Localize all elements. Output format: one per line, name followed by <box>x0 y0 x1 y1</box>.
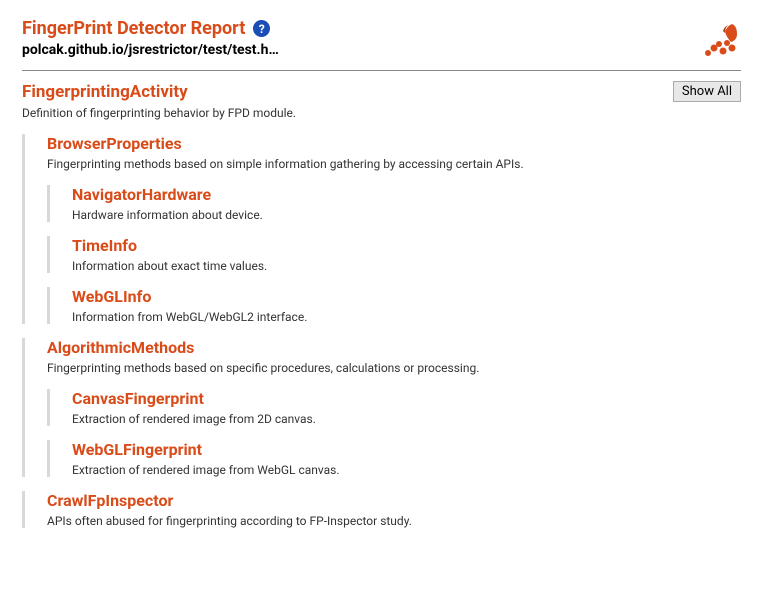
group-title[interactable]: BrowserProperties <box>47 134 741 153</box>
subgroup-description: Information from WebGL/WebGL2 interface. <box>72 310 741 324</box>
subgroup-description: Hardware information about device. <box>72 208 741 222</box>
section-header: FingerprintingActivity Show All <box>22 81 741 102</box>
subgroup-canvas-fingerprint: CanvasFingerprint Extraction of rendered… <box>47 389 741 426</box>
subgroup-navigator-hardware: NavigatorHardware Hardware information a… <box>47 185 741 222</box>
subgroup-time-info: TimeInfo Information about exact time va… <box>47 236 741 273</box>
subgroup-title[interactable]: CanvasFingerprint <box>72 389 741 408</box>
group-algorithmic-methods: AlgorithmicMethods Fingerprinting method… <box>22 338 741 477</box>
subgroup-webgl-fingerprint: WebGLFingerprint Extraction of rendered … <box>47 440 741 477</box>
help-icon[interactable]: ? <box>253 20 270 37</box>
subgroup-description: Extraction of rendered image from 2D can… <box>72 412 741 426</box>
group-description: Fingerprinting methods based on simple i… <box>47 157 741 171</box>
subgroup-title[interactable]: NavigatorHardware <box>72 185 741 204</box>
show-all-button[interactable]: Show All <box>673 81 741 102</box>
subgroup-title[interactable]: WebGLInfo <box>72 287 741 306</box>
report-url: polcak.github.io/jsrestrictor/test/test.… <box>22 42 322 58</box>
group-description: Fingerprinting methods based on specific… <box>47 361 741 375</box>
subgroup-webgl-info: WebGLInfo Information from WebGL/WebGL2 … <box>47 287 741 324</box>
section-title: FingerprintingActivity <box>22 82 188 102</box>
subgroup-title[interactable]: WebGLFingerprint <box>72 440 741 459</box>
subgroup-description: Extraction of rendered image from WebGL … <box>72 463 741 477</box>
group-title[interactable]: AlgorithmicMethods <box>47 338 741 357</box>
report-title: FingerPrint Detector Report ? <box>22 18 270 39</box>
group-browser-properties: BrowserProperties Fingerprinting methods… <box>22 134 741 324</box>
app-logo-icon <box>697 18 741 62</box>
report-header: FingerPrint Detector Report ? polcak.git… <box>22 18 741 71</box>
report-title-text: FingerPrint Detector Report <box>22 18 245 39</box>
group-title[interactable]: CrawlFpInspector <box>47 491 741 510</box>
section-description: Definition of fingerprinting behavior by… <box>22 106 741 120</box>
group-description: APIs often abused for fingerprinting acc… <box>47 514 741 528</box>
group-crawl-fp-inspector: CrawlFpInspector APIs often abused for f… <box>22 491 741 528</box>
subgroup-title[interactable]: TimeInfo <box>72 236 741 255</box>
subgroup-description: Information about exact time values. <box>72 259 741 273</box>
